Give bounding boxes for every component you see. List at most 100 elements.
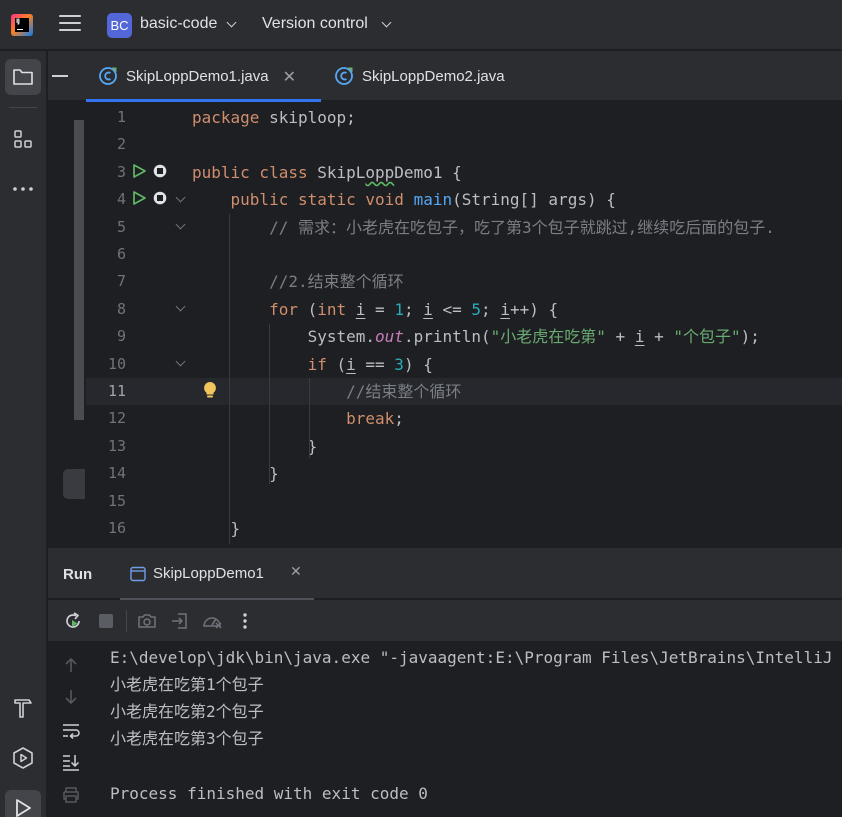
code-token: if [307, 354, 327, 374]
scroll-to-end-icon[interactable] [61, 752, 81, 772]
editor-tab-bar: SkipLoppDemo1.java ✕ SkipLoppDemo2.java [48, 51, 842, 102]
structure-tool-button[interactable] [5, 121, 41, 157]
line-number[interactable]: 3 [86, 159, 126, 186]
tab-skiploppdemo2[interactable]: SkipLoppDemo2.java [334, 51, 534, 101]
services-tool-button[interactable] [5, 740, 41, 776]
code-line[interactable]: 10 if (i == 3) { [86, 351, 842, 378]
code-line[interactable]: 8 for (int i = 1; i <= 5; i++) { [86, 296, 842, 323]
project-tool-button[interactable] [5, 59, 41, 95]
line-number[interactable]: 10 [86, 351, 126, 378]
code-token: } [192, 519, 241, 538]
build-tool-button[interactable] [5, 690, 41, 726]
code-token: //结束整个循环 [346, 382, 462, 401]
run-gutter-icon[interactable] [131, 190, 147, 206]
code-line[interactable]: 14 } [86, 460, 842, 487]
code-text: for (int i = 1; i <= 5; i++) { [192, 296, 558, 323]
lightbulb-icon[interactable] [203, 381, 217, 399]
editor-scrollbar[interactable] [74, 120, 84, 420]
scrollbar-thumb[interactable] [63, 469, 85, 499]
line-number[interactable]: 7 [86, 268, 126, 295]
close-icon[interactable]: ✕ [290, 564, 302, 580]
dashboard-button[interactable] [201, 610, 223, 632]
tab-skiploppdemo1[interactable]: SkipLoppDemo1.java ✕ [86, 51, 321, 102]
run-tool-button[interactable] [5, 790, 41, 817]
code-line[interactable]: 9 System.out.println("小老虎在吃第" + i + "个包子… [86, 323, 842, 350]
code-line[interactable]: 13 } [86, 433, 842, 460]
exit-button[interactable] [169, 610, 191, 632]
line-number[interactable]: 11 [86, 378, 126, 405]
code-editor[interactable]: 1 package skiploop; 2 3 public class SkipLop… [48, 102, 842, 546]
console-window-icon [130, 566, 146, 582]
stop-gutter-icon[interactable] [153, 191, 167, 205]
code-line[interactable]: 12 break; [86, 405, 842, 432]
code-line[interactable]: 16 } [86, 515, 842, 542]
code-token: ); [740, 327, 760, 347]
hamburger-menu-icon[interactable] [59, 15, 81, 35]
code-token: ) { [403, 354, 433, 374]
code-line[interactable]: 5 // 需求：小老虎在吃包子，吃了第3个包子就跳过,继续吃后面的包子. [86, 214, 842, 241]
code-line[interactable]: 2 [86, 131, 842, 158]
print-icon[interactable] [62, 786, 80, 804]
chevron-down-icon[interactable] [381, 17, 392, 28]
screenshot-button[interactable] [136, 610, 158, 632]
code-token: ; [394, 409, 404, 429]
version-control-dropdown[interactable]: Version control [262, 15, 368, 33]
line-number[interactable]: 15 [86, 488, 126, 515]
line-number[interactable]: 14 [86, 460, 126, 487]
code-token: ( [326, 354, 347, 374]
code-line[interactable]: 1 package skiploop; [86, 104, 842, 131]
run-config-tab[interactable]: SkipLoppDemo1 ✕ [120, 548, 314, 601]
code-line[interactable]: 6 [86, 241, 842, 268]
code-token: out [375, 327, 404, 347]
more-tool-windows-button[interactable] [5, 171, 41, 207]
exit-icon [172, 613, 187, 629]
code-token: 5 [471, 299, 482, 319]
code-text: // 需求：小老虎在吃包子，吃了第3个包子就跳过,继续吃后面的包子. [192, 214, 775, 241]
code-text: } [192, 433, 318, 460]
arrow-up-icon[interactable] [63, 656, 79, 674]
project-name-dropdown[interactable]: basic-code [140, 15, 217, 33]
project-badge[interactable]: BC [107, 13, 132, 38]
line-number[interactable]: 2 [86, 131, 126, 158]
line-number[interactable]: 5 [86, 214, 126, 241]
build-hammer-icon [14, 699, 32, 718]
code-line[interactable]: 3 public class SkipLoppDemo1 { [86, 159, 842, 186]
code-text: } [192, 460, 279, 487]
stop-gutter-icon[interactable] [153, 164, 167, 178]
line-number[interactable]: 12 [86, 405, 126, 432]
code-token: i [500, 299, 510, 319]
line-number[interactable]: 6 [86, 241, 126, 268]
code-line[interactable]: 7 //2.结束整个循环 [86, 268, 842, 295]
console-output[interactable]: E:\develop\jdk\bin\java.exe "-javaagent:… [95, 643, 842, 817]
code-text: //结束整个循环 [192, 378, 461, 405]
line-number[interactable]: 1 [86, 104, 126, 131]
chevron-down-icon[interactable] [226, 17, 237, 28]
minimize-icon[interactable] [52, 75, 68, 77]
soft-wrap-icon[interactable] [61, 721, 81, 739]
line-number[interactable]: 13 [86, 433, 126, 460]
console-line: 小老虎在吃第1个包子 [110, 675, 264, 694]
code-line[interactable]: 4 public static void main(String[] args)… [86, 186, 842, 213]
stop-button[interactable] [95, 610, 117, 632]
code-token: = [365, 299, 395, 319]
close-icon[interactable]: ✕ [283, 67, 296, 86]
intellij-idea-icon[interactable]: IJ [11, 14, 33, 36]
line-number[interactable]: 4 [86, 186, 126, 213]
code-token: skiploop; [259, 108, 356, 127]
line-number[interactable]: 8 [86, 296, 126, 323]
code-line[interactable]: 15 [86, 488, 842, 515]
line-number[interactable]: 16 [86, 515, 126, 542]
rerun-button[interactable] [62, 610, 84, 632]
arrow-down-icon[interactable] [63, 688, 79, 706]
line-number[interactable]: 9 [86, 323, 126, 350]
run-gutter-icon[interactable] [131, 163, 147, 179]
more-options-button[interactable] [234, 610, 256, 632]
toolbar-separator [126, 610, 127, 632]
code-token: public class [192, 162, 308, 182]
code-line[interactable]: 11 //结束整个循环 [86, 378, 842, 405]
code-token: } [192, 436, 318, 456]
code-text: System.out.println("小老虎在吃第" + i + "个包子")… [192, 323, 760, 350]
console-line: 小老虎在吃第2个包子 [110, 702, 264, 721]
java-class-icon [335, 67, 353, 85]
code-token: package [192, 108, 260, 127]
